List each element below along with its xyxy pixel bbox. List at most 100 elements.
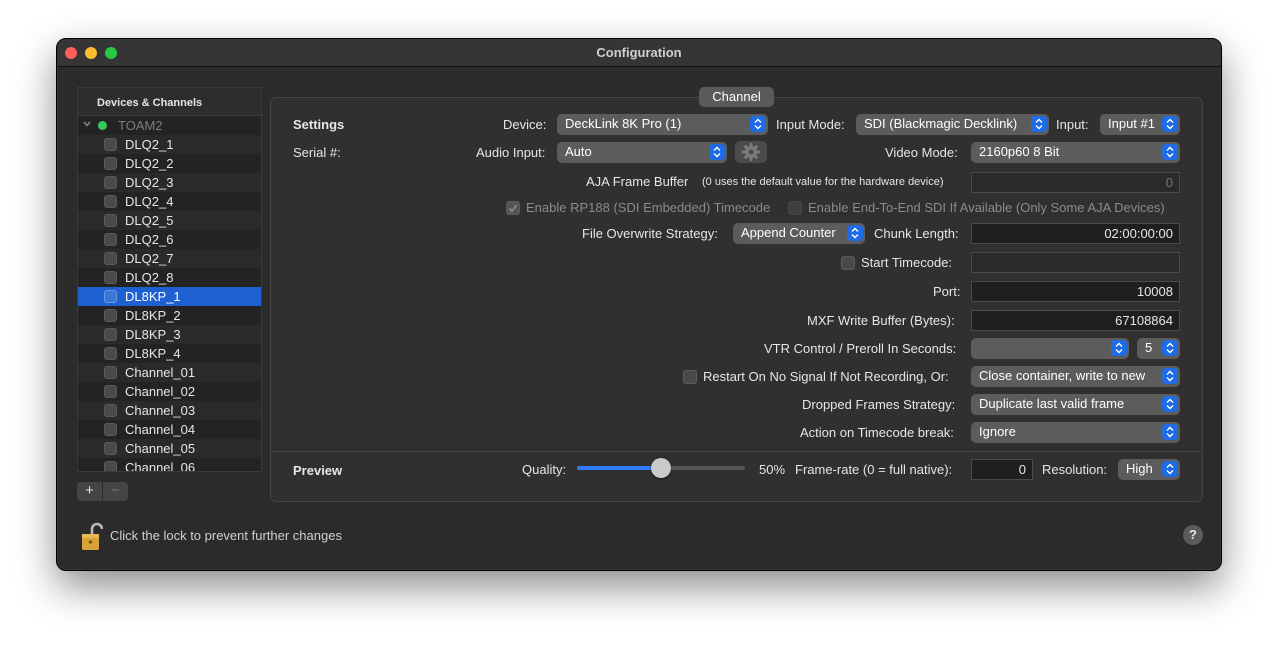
channel-checkbox[interactable] <box>104 309 117 322</box>
list-item[interactable]: DL8KP_3 <box>78 325 261 344</box>
channel-checkbox[interactable] <box>104 347 117 360</box>
section-divider <box>272 451 1201 452</box>
device-popup[interactable]: DeckLink 8K Pro (1) <box>557 114 768 135</box>
list-item[interactable]: DLQ2_8 <box>78 268 261 287</box>
list-item[interactable]: Channel_05 <box>78 439 261 458</box>
list-item[interactable]: DL8KP_4 <box>78 344 261 363</box>
audio-input-popup[interactable]: Auto <box>557 142 727 163</box>
quality-slider[interactable] <box>577 458 745 478</box>
channel-checkbox[interactable] <box>104 442 117 455</box>
list-item[interactable]: Channel_04 <box>78 420 261 439</box>
remove-button[interactable]: − <box>103 482 128 501</box>
list-item[interactable]: DLQ2_7 <box>78 249 261 268</box>
title-bar: Configuration <box>57 39 1221 67</box>
frame-rate-field[interactable]: 0 <box>971 459 1033 480</box>
list-item-label: DLQ2_6 <box>125 232 174 247</box>
list-item[interactable]: DLQ2_1 <box>78 135 261 154</box>
restart-action-popup-value: Close container, write to new <box>979 368 1146 383</box>
channel-checkbox[interactable] <box>104 366 117 379</box>
aja-frame-buffer-field[interactable]: 0 <box>971 172 1180 193</box>
end-to-end-checkbox[interactable] <box>788 201 802 215</box>
port-field[interactable]: 10008 <box>971 281 1180 302</box>
chevron-down-icon[interactable] <box>83 120 91 128</box>
add-button[interactable]: + <box>77 482 103 501</box>
list-item-label: DLQ2_1 <box>125 137 174 152</box>
channel-checkbox[interactable] <box>104 423 117 436</box>
timecode-break-label: Action on Timecode break: <box>800 425 954 440</box>
help-button[interactable]: ? <box>1183 525 1203 545</box>
dropped-frames-popup[interactable]: Duplicate last valid frame <box>971 394 1180 415</box>
resolution-popup[interactable]: High <box>1118 459 1180 480</box>
file-overwrite-label: File Overwrite Strategy: <box>582 226 718 241</box>
preroll-seconds-popup[interactable]: 5 <box>1137 338 1180 359</box>
slider-knob[interactable] <box>651 458 671 478</box>
lock-icon[interactable] <box>81 521 103 551</box>
popup-arrows-icon <box>1162 396 1178 412</box>
audio-settings-button[interactable] <box>735 141 767 163</box>
audio-input-label: Audio Input: <box>476 145 546 160</box>
video-mode-popup[interactable]: 2160p60 8 Bit <box>971 142 1180 163</box>
preroll-seconds-value: 5 <box>1145 340 1153 355</box>
input-mode-popup[interactable]: SDI (Blackmagic Decklink) <box>856 114 1049 135</box>
list-item-label: DLQ2_3 <box>125 175 174 190</box>
start-timecode-field[interactable] <box>971 252 1180 273</box>
device-label: Device: <box>503 117 547 132</box>
list-item[interactable]: Channel_03 <box>78 401 261 420</box>
channel-checkbox[interactable] <box>104 385 117 398</box>
list-item[interactable]: DLQ2_2 <box>78 154 261 173</box>
add-remove-control: + − <box>77 482 128 501</box>
popup-arrows-icon <box>1162 144 1178 160</box>
list-item[interactable]: DL8KP_1 <box>78 287 261 306</box>
channel-checkbox[interactable] <box>104 214 117 227</box>
channel-checkbox[interactable] <box>104 404 117 417</box>
channel-checkbox[interactable] <box>104 328 117 341</box>
chunk-length-label: Chunk Length: <box>874 226 959 241</box>
restart-action-popup[interactable]: Close container, write to new <box>971 366 1180 387</box>
tab-channel[interactable]: Channel <box>699 87 774 107</box>
list-item[interactable]: Channel_06 <box>78 458 261 471</box>
status-online-icon <box>98 121 107 130</box>
file-overwrite-popup[interactable]: Append Counter <box>733 223 865 244</box>
list-item-label: DL8KP_3 <box>125 327 181 342</box>
list-item[interactable]: DLQ2_5 <box>78 211 261 230</box>
channel-checkbox[interactable] <box>104 195 117 208</box>
channel-checkbox[interactable] <box>104 271 117 284</box>
list-item[interactable]: Channel_02 <box>78 382 261 401</box>
list-item-label: Channel_04 <box>125 422 196 437</box>
channel-checkbox[interactable] <box>104 290 117 303</box>
list-item[interactable]: Channel_01 <box>78 363 261 382</box>
list-item[interactable]: DLQ2_3 <box>78 173 261 192</box>
quality-label: Quality: <box>522 462 567 477</box>
input-popup[interactable]: Input #1 <box>1100 114 1180 135</box>
start-timecode-checkbox[interactable] <box>841 256 855 270</box>
channel-checkbox[interactable] <box>104 157 117 170</box>
channel-checkbox[interactable] <box>104 233 117 246</box>
restart-on-no-signal-checkbox[interactable] <box>683 370 697 384</box>
popup-arrows-icon <box>1111 340 1127 356</box>
popup-arrows-icon <box>1031 116 1047 132</box>
list-item-label: DLQ2_7 <box>125 251 174 266</box>
popup-arrows-icon <box>1162 461 1178 477</box>
channel-checkbox[interactable] <box>104 176 117 189</box>
devices-channels-list: Devices & Channels TOAM2 DLQ2_1 DLQ2_2 DLQ… <box>77 87 262 472</box>
list-item[interactable]: DLQ2_6 <box>78 230 261 249</box>
device-group-toam2[interactable]: TOAM2 <box>78 116 261 135</box>
list-item[interactable]: DLQ2_4 <box>78 192 261 211</box>
list-item-label: Channel_01 <box>125 365 196 380</box>
chunk-length-field[interactable]: 02:00:00:00 <box>971 223 1180 244</box>
list-item-label: DL8KP_4 <box>125 346 181 361</box>
channel-checkbox[interactable] <box>104 461 117 471</box>
vtr-control-popup[interactable] <box>971 338 1129 359</box>
channel-checkbox[interactable] <box>104 252 117 265</box>
channel-checkbox[interactable] <box>104 138 117 151</box>
list-item[interactable]: DL8KP_2 <box>78 306 261 325</box>
list-item-label: Channel_03 <box>125 403 196 418</box>
audio-input-popup-value: Auto <box>565 144 592 159</box>
mxf-write-buffer-label: MXF Write Buffer (Bytes): <box>807 313 955 328</box>
dropped-frames-popup-value: Duplicate last valid frame <box>979 396 1125 411</box>
timecode-break-popup[interactable]: Ignore <box>971 422 1180 443</box>
preview-section-label: Preview <box>293 463 343 478</box>
input-mode-label: Input Mode: <box>776 117 845 132</box>
rp188-checkbox[interactable] <box>506 201 520 215</box>
mxf-write-buffer-field[interactable]: 67108864 <box>971 310 1180 331</box>
